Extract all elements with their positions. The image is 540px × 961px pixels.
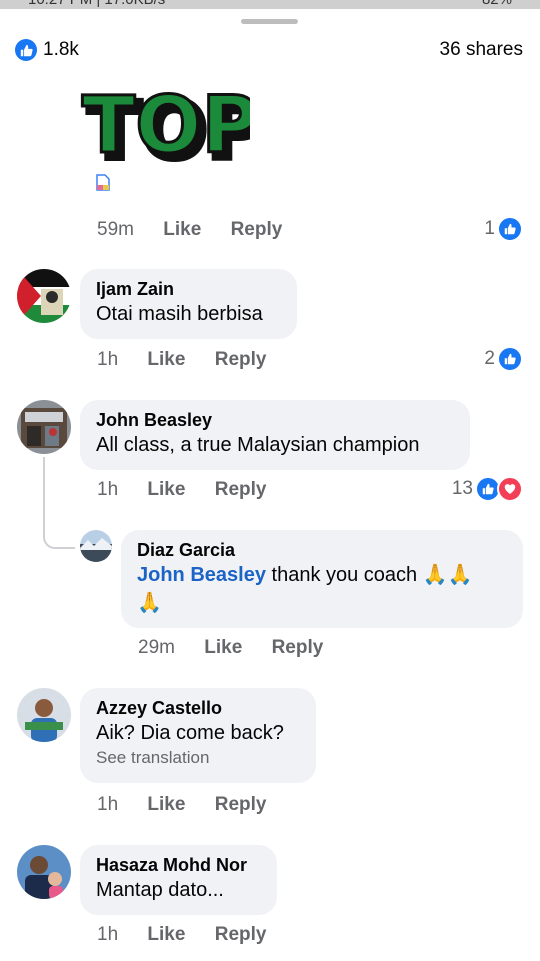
comment-author[interactable]: Ijam Zain (96, 278, 281, 300)
avatar-diaz-garcia[interactable] (80, 530, 112, 562)
sheet-drag-handle[interactable] (241, 19, 298, 24)
comment-time: 59m (97, 219, 134, 240)
comment-time: 29m (138, 637, 175, 658)
like-button[interactable]: Like (163, 219, 201, 240)
comment-reactions[interactable]: 2 (484, 346, 523, 372)
comment-actions: 1h Like Reply (97, 924, 266, 946)
reply-button[interactable]: Reply (272, 637, 324, 658)
comment-bubble: Hasaza Mohd Nor Mantap dato... (80, 845, 277, 915)
like-reaction-icon (497, 216, 523, 242)
love-reaction-icon (497, 476, 523, 502)
comment-time: 1h (97, 924, 119, 945)
comment-reactions[interactable]: 1 (484, 216, 523, 242)
avatar-john-beasley[interactable] (17, 400, 71, 454)
pray-emoji-line: 🙏 (137, 592, 162, 614)
reply-button[interactable]: Reply (215, 924, 267, 945)
comment-bubble: Ijam Zain Otai masih berbisa (80, 269, 297, 339)
reply-bubble: Diaz Garcia John Beasley thank you coach… (121, 530, 523, 628)
status-time: 10:27 PM | 17.0KB/s (28, 0, 165, 8)
like-icon (15, 39, 37, 61)
battery-status: 82% (482, 0, 512, 8)
avatar-hasaza-mohd-nor[interactable] (17, 845, 71, 899)
avatar-ijam-zain[interactable] (17, 269, 71, 323)
reply-author[interactable]: Diaz Garcia (137, 539, 507, 561)
comment-actions: 1h Like Reply (97, 349, 266, 371)
like-reaction-icon (497, 346, 523, 372)
comment-reactions[interactable]: 13 (452, 476, 523, 502)
status-bar: 10:27 PM | 17.0KB/s 82% (0, 0, 540, 9)
comment-actions: 1h Like Reply (97, 794, 266, 816)
comment-author[interactable]: Azzey Castello (96, 697, 300, 719)
top-sticker-image[interactable]: TOP TOP (80, 90, 251, 165)
reply-text: John Beasley thank you coach 🙏🙏 (137, 561, 507, 589)
comment-text: All class, a true Malaysian champion (96, 434, 420, 456)
reply-button[interactable]: Reply (215, 479, 267, 500)
comment-text: Aik? Dia come back? (96, 722, 284, 744)
comment-time: 1h (97, 479, 119, 500)
like-button[interactable]: Like (147, 479, 185, 500)
post-shares-count[interactable]: 36 shares (440, 39, 523, 61)
comment-actions: 1h Like Reply (97, 479, 266, 501)
pray-emoji: 🙏🙏 (422, 564, 473, 586)
comment-actions-sticker: 59m Like Reply (97, 219, 282, 241)
comment-time: 1h (97, 794, 119, 815)
like-button[interactable]: Like (147, 794, 185, 815)
like-button[interactable]: Like (204, 637, 242, 658)
attachment-file-icon (96, 174, 110, 191)
comment-time: 1h (97, 349, 119, 370)
reply-button[interactable]: Reply (215, 794, 267, 815)
reaction-count: 1 (484, 218, 495, 239)
post-like-count[interactable]: 1.8k (43, 39, 79, 61)
comment-text: Mantap dato... (96, 879, 224, 901)
reaction-count: 2 (484, 348, 495, 369)
sticker-text: TOP (82, 90, 250, 165)
comment-bubble: Azzey Castello Aik? Dia come back? See t… (80, 688, 316, 783)
post-reactions-bar: 1.8k 36 shares (0, 36, 540, 64)
avatar-azzey-castello[interactable] (17, 688, 71, 742)
thread-connector-curve (43, 520, 75, 549)
reply-actions: 29m Like Reply (138, 637, 323, 659)
reply-button[interactable]: Reply (215, 349, 267, 370)
like-button[interactable]: Like (147, 349, 185, 370)
mention-link[interactable]: John Beasley (137, 564, 266, 586)
comment-author[interactable]: John Beasley (96, 409, 454, 431)
reply-button[interactable]: Reply (231, 219, 283, 240)
like-button[interactable]: Like (147, 924, 185, 945)
comment-bubble: John Beasley All class, a true Malaysian… (80, 400, 470, 470)
see-translation-link[interactable]: See translation (96, 747, 300, 769)
comment-text: Otai masih berbisa (96, 303, 263, 325)
reply-message: thank you coach (271, 564, 418, 586)
reaction-count: 13 (451, 478, 473, 499)
comment-author[interactable]: Hasaza Mohd Nor (96, 854, 261, 876)
